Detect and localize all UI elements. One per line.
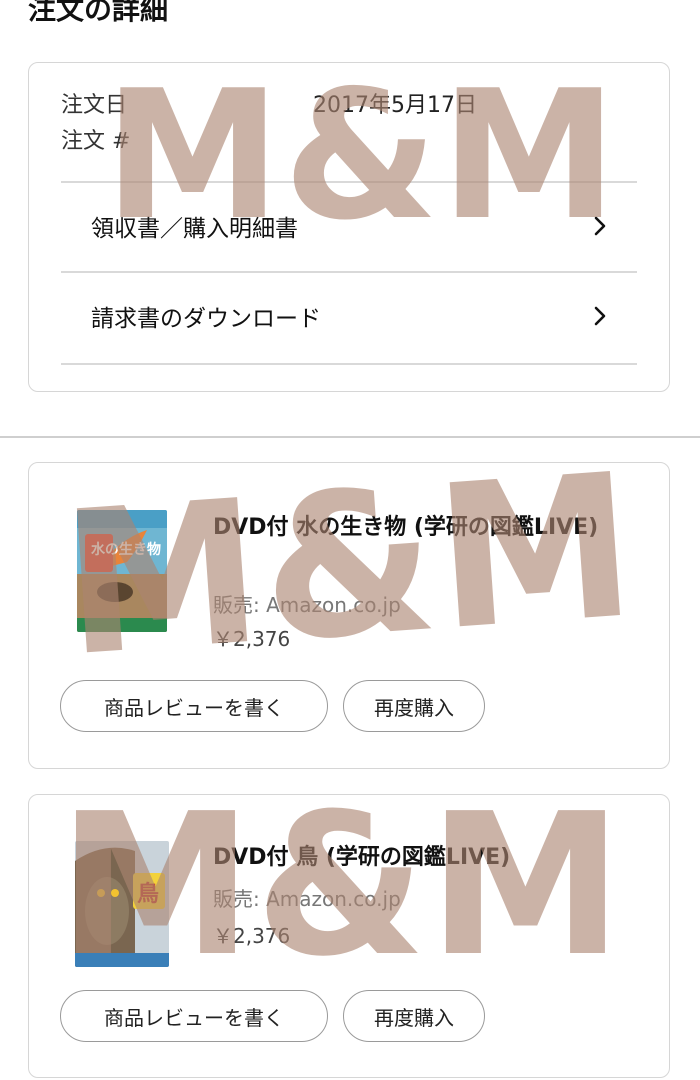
- section-separator: [0, 436, 700, 438]
- invoice-download-link[interactable]: 請求書のダウンロード: [61, 271, 637, 361]
- product-price: ￥2,376: [213, 924, 291, 948]
- book-cover-title: 鳥: [137, 881, 159, 907]
- order-date-label: 注文日: [61, 93, 128, 118]
- order-summary-card: 注文日 2017年5月17日 注文 # 領収書／購入明細書 請求書のダウンロード: [28, 62, 670, 392]
- chevron-right-icon: [594, 306, 606, 326]
- seller-text: 販売: Amazon.co.jp: [213, 887, 401, 911]
- order-date-value: 2017年5月17日: [313, 93, 477, 118]
- product-thumbnail-birds[interactable]: 鳥: [75, 841, 169, 967]
- invoice-download-label: 請求書のダウンロード: [91, 306, 321, 332]
- seller-text: 販売: Amazon.co.jp: [213, 593, 401, 617]
- page-title: 注文の詳細: [28, 0, 169, 26]
- product-title-link[interactable]: DVD付 水の生き物 (学研の図鑑LIVE): [213, 511, 633, 545]
- product-thumbnail-water-creatures[interactable]: 水の生き物: [77, 510, 167, 632]
- book-cover-title: 水の生き物: [91, 541, 161, 558]
- divider: [61, 363, 637, 365]
- book-cover-image: 水の生き物: [77, 510, 167, 632]
- product-price: ￥2,376: [213, 627, 291, 651]
- write-review-button[interactable]: 商品レビューを書く: [60, 680, 328, 732]
- write-review-button[interactable]: 商品レビューを書く: [60, 990, 328, 1042]
- receipt-link-label: 領収書／購入明細書: [91, 216, 298, 242]
- book-cover-image: 鳥: [75, 841, 169, 967]
- order-item-card: 鳥 DVD付 鳥 (学研の図鑑LIVE) 販売: Amazon.co.jp ￥2…: [28, 794, 670, 1078]
- chevron-right-icon: [594, 216, 606, 236]
- buy-again-button[interactable]: 再度購入: [343, 680, 485, 732]
- order-details-page: 注文の詳細 注文日 2017年5月17日 注文 # 領収書／購入明細書 請求書の…: [0, 0, 700, 1080]
- buy-again-button[interactable]: 再度購入: [343, 990, 485, 1042]
- product-title-link[interactable]: DVD付 鳥 (学研の図鑑LIVE): [213, 841, 633, 875]
- receipt-link[interactable]: 領収書／購入明細書: [61, 181, 637, 271]
- order-item-card: 水の生き物 DVD付 水の生き物 (学研の図鑑LIVE) 販売: Amazon.…: [28, 462, 670, 769]
- order-number-label: 注文 #: [61, 129, 131, 154]
